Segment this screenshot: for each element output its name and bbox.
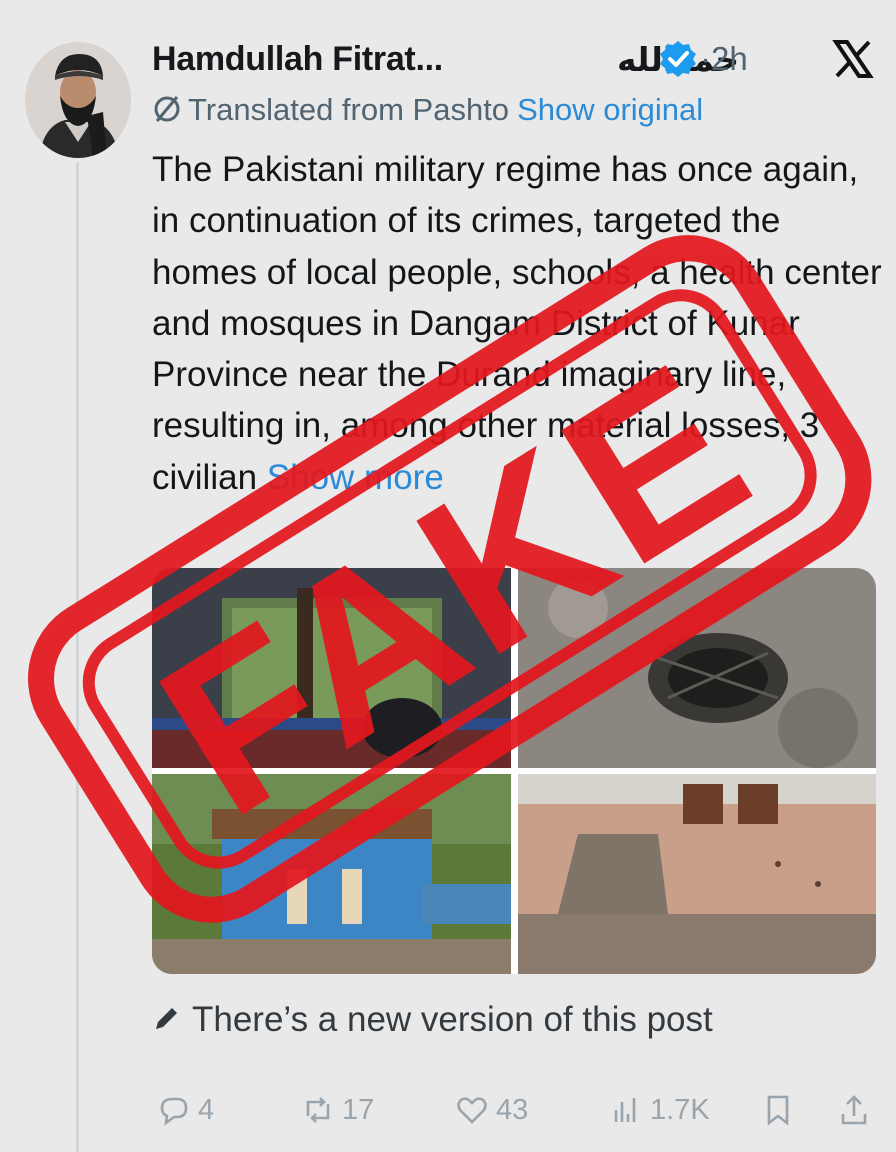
edit-notice[interactable]: There’s a new version of this post [152,1000,713,1040]
media-image-damaged-school[interactable] [152,774,511,974]
show-more-link[interactable]: Show more [267,458,444,497]
avatar[interactable] [25,42,131,158]
thread-line [76,162,79,1152]
post-text: The Pakistani military regime has once a… [152,144,882,503]
verified-badge-icon [660,41,696,77]
translation-notice: Translated from Pashto Show original [152,92,703,132]
share-icon [841,1095,867,1125]
media-image-damaged-wall[interactable] [518,774,876,974]
translation-label: Translated from Pashto [188,92,510,127]
action-bar: 4 17 43 1.7K [152,1088,882,1132]
pencil-icon [156,1008,177,1029]
repost-count: 17 [342,1093,375,1126]
media-grid [152,568,876,974]
share-button[interactable] [836,1088,872,1132]
views-count: 1.7K [650,1093,710,1126]
reply-count: 4 [198,1093,215,1126]
repost-button[interactable]: 17 [300,1088,374,1132]
edit-notice-text: There’s a new version of this post [192,1000,713,1039]
views-button[interactable]: 1.7K [608,1088,710,1132]
bookmark-button[interactable] [760,1088,796,1132]
reply-icon [160,1097,188,1126]
time-separator: · [700,40,711,77]
like-icon [457,1097,487,1124]
show-original-link[interactable]: Show original [517,92,703,127]
views-icon [614,1098,636,1122]
bookmark-icon [767,1095,789,1126]
x-logo-icon[interactable] [832,38,874,80]
translate-icon [154,96,180,122]
post-header: Hamdullah Fitrat... حمدالله ·2h [152,36,892,84]
like-count: 43 [496,1093,529,1126]
repost-icon [306,1097,330,1123]
author-display-name[interactable]: Hamdullah Fitrat... [152,40,443,79]
media-image-crater[interactable] [518,568,876,768]
post-body: The Pakistani military regime has once a… [152,150,882,497]
post-timestamp[interactable]: 2h [711,40,748,77]
like-button[interactable]: 43 [454,1088,528,1132]
media-image-classroom[interactable] [152,568,511,768]
reply-button[interactable]: 4 [156,1088,214,1132]
